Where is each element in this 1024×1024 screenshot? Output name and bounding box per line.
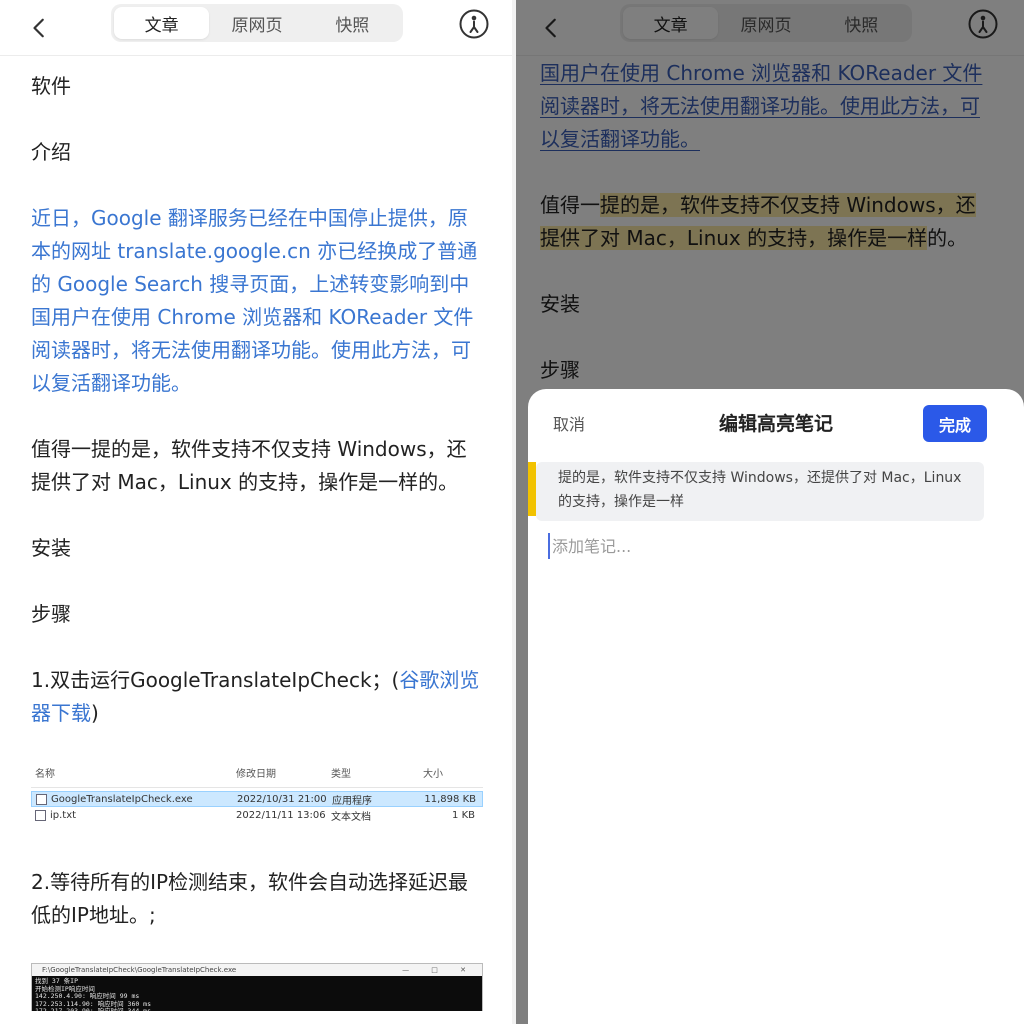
heading-install: 安装 [31, 536, 71, 560]
console-title: F:\GoogleTranslateIpCheck\GoogleTranslat… [42, 966, 237, 974]
column-name: 名称 [35, 769, 55, 780]
console-title-bar: F:\GoogleTranslateIpCheck\GoogleTranslat… [32, 964, 482, 976]
file-type: 应用程序 [332, 795, 372, 807]
edit-note-sheet: 取消 编辑高亮笔记 完成 提的是，软件支持不仅支持 Windows，还提供了对 … [528, 389, 1024, 1024]
tab-original-page[interactable]: 原网页 [209, 7, 304, 39]
note-paragraph: 值得一提的是，软件支持不仅支持 Windows，还提供了对 Mac，Linux … [31, 433, 482, 499]
step-1: 1.双击运行GoogleTranslateIpCheck；(谷歌浏览器下载) [31, 664, 482, 730]
heading-intro: 介绍 [31, 140, 71, 164]
back-button[interactable] [22, 10, 58, 46]
step-1-text: 1.双击运行GoogleTranslateIpCheck；( [31, 668, 400, 692]
file-list-header: 名称 修改日期 类型 大小 [31, 758, 483, 788]
console-output: 找到 37 条IP 开始检测IP响应时间 142.250.4.90: 响应时间 … [32, 976, 482, 1011]
note-post: 的。 [418, 470, 459, 494]
step-1-close: ) [91, 701, 99, 725]
accessibility-button[interactable] [458, 8, 490, 40]
column-size: 大小 [423, 769, 443, 780]
highlight-quote: 提的是，软件支持不仅支持 Windows，还提供了对 Mac，Linux 的支持… [536, 462, 984, 521]
console-window-icon: — □ ✕ [402, 966, 476, 974]
done-button[interactable]: 完成 [923, 405, 987, 442]
note-editor-panel: 文章 原网页 快照 国用户在使用 Chrome 浏览器和 KOReader 文件… [516, 0, 1024, 1024]
chevron-left-icon [33, 18, 44, 38]
accessibility-icon [459, 9, 489, 39]
file-date: 2022/11/11 13:06 [236, 809, 326, 821]
tab-snapshot[interactable]: 快照 [305, 7, 400, 39]
file-icon [36, 793, 47, 805]
view-mode-tabs: 文章 原网页 快照 [111, 4, 403, 42]
note-middle: 提的是，软件支持不仅支持 Windows，还提供了对 Mac，Linux 的支持… [31, 437, 467, 494]
file-name: GoogleTranslateIpCheck.exe [51, 793, 193, 805]
heading-software: 软件 [31, 74, 71, 98]
top-bar: 文章 原网页 快照 [0, 0, 512, 56]
intro-paragraph: 近日，Google 翻译服务已经在中国停止提供，原本的网址 translate.… [31, 206, 478, 395]
file-size: 1 KB [452, 809, 475, 821]
highlight-color-bar [528, 462, 536, 516]
file-row: GoogleTranslateIpCheck.exe 2022/10/31 21… [31, 791, 483, 807]
file-explorer-screenshot: 名称 修改日期 类型 大小 GoogleTranslateIpCheck.exe… [31, 758, 483, 828]
column-type: 类型 [331, 769, 351, 780]
file-name: ip.txt [50, 809, 77, 821]
file-row: ip.txt 2022/11/11 13:06 文本文档 1 KB [31, 807, 483, 823]
console-screenshot: F:\GoogleTranslateIpCheck\GoogleTranslat… [31, 963, 483, 1011]
file-size: 11,898 KB [424, 793, 476, 805]
file-type: 文本文档 [331, 811, 371, 823]
heading-steps: 步骤 [31, 602, 71, 626]
file-icon [35, 809, 46, 821]
step-2: 2.等待所有的IP检测结束，软件会自动选择延迟最低的IP地址。; [31, 870, 469, 927]
article-panel: 文章 原网页 快照 软件 介绍 近日，Google 翻译服务已经在中国停止提供，… [0, 0, 512, 1024]
tab-article[interactable]: 文章 [114, 7, 210, 39]
file-date: 2022/10/31 21:00 [237, 793, 327, 805]
column-date: 修改日期 [236, 769, 276, 780]
note-pre: 值得一 [31, 437, 91, 461]
note-input[interactable] [548, 533, 978, 559]
